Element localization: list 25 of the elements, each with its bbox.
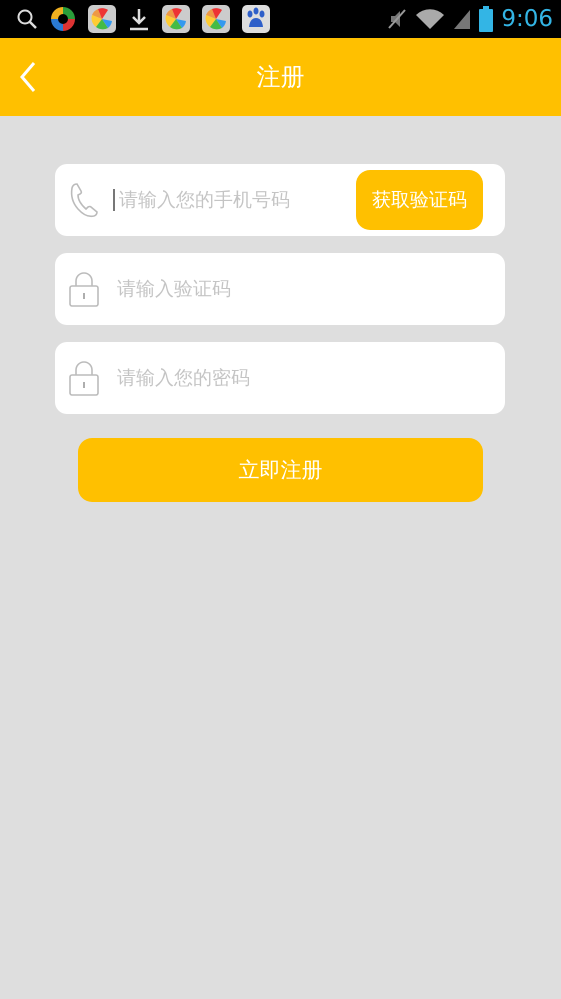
input-field[interactable]: 请输入您的密码 (55, 342, 505, 414)
app-icon (162, 5, 190, 33)
lock-icon (69, 360, 99, 396)
back-icon (19, 61, 37, 93)
text-input[interactable]: 请输入您的密码 (113, 367, 483, 389)
app-icon (202, 5, 230, 33)
paw-icon (242, 5, 270, 33)
battery-icon (479, 6, 494, 32)
status-time: 9:06 (501, 6, 553, 32)
text-input[interactable]: 请输入验证码 (113, 278, 483, 300)
signal-icon (453, 8, 472, 30)
page-title: 注册 (256, 62, 304, 93)
lock-icon (69, 271, 99, 307)
search-icon (16, 8, 38, 30)
register-button[interactable]: 立即注册 (78, 438, 483, 502)
text-input[interactable]: 请输入您的手机号码 (113, 189, 342, 211)
get-code-button[interactable]: 获取验证码 (356, 170, 483, 230)
input-field[interactable]: 请输入您的手机号码 获取验证码 (55, 164, 505, 236)
wifi-icon (415, 7, 446, 31)
phone-icon (69, 181, 99, 219)
app-icon (50, 6, 76, 32)
input-field[interactable]: 请输入验证码 (55, 253, 505, 325)
mute-icon (387, 8, 408, 30)
download-icon (128, 7, 150, 31)
app-icon (88, 5, 116, 33)
